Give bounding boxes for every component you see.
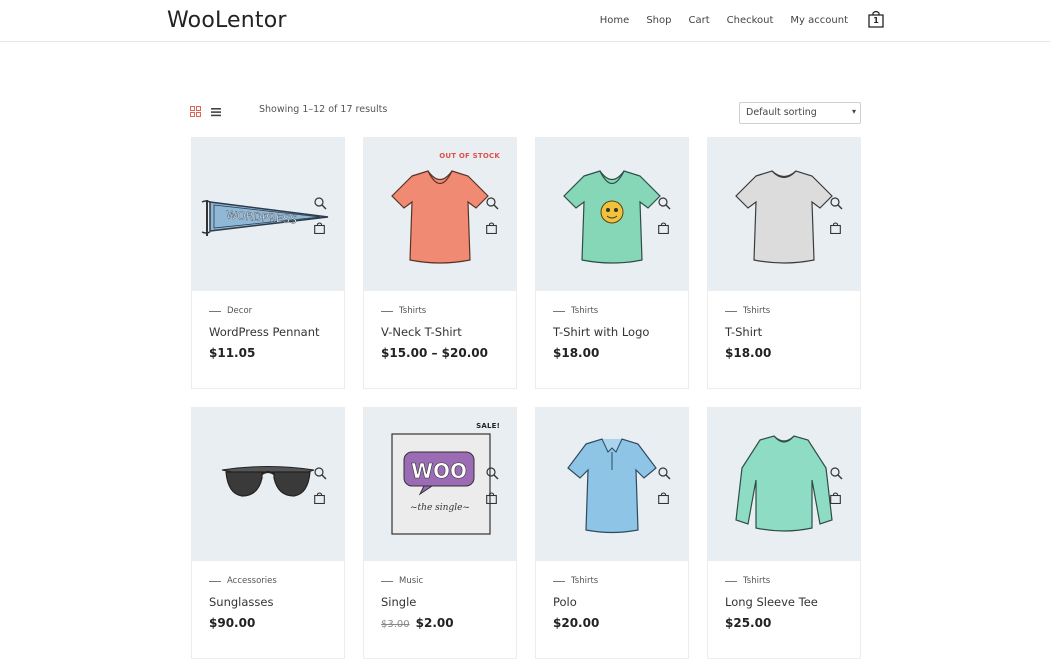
nav-my-account[interactable]: My account [790, 15, 848, 26]
product-info: Music Single $3.00 $2.00 [381, 576, 511, 630]
product-thumbnail[interactable] [708, 408, 860, 561]
nav-home[interactable]: Home [600, 15, 630, 26]
add-to-cart-bag-icon[interactable] [658, 491, 669, 505]
product-card[interactable]: SALE! WOO ~the single~ Music Single $3.0… [363, 407, 517, 659]
cart-count-badge: 1 [873, 16, 879, 25]
sorting-selected-value: Default sorting [746, 107, 817, 118]
shirt-icon [735, 170, 833, 264]
product-thumbnail[interactable]: OUT OF STOCK [364, 138, 516, 291]
header-cart-icon[interactable]: 1 [868, 10, 884, 28]
chevron-down-icon: ▾ [851, 107, 856, 116]
product-grid: WORDPRESS Decor WordPress Pennant $11.05… [191, 137, 862, 659]
result-count: Showing 1–12 of 17 results [259, 104, 388, 115]
long-sleeve-tee-icon [735, 435, 833, 532]
shirt-with-logo-icon [563, 170, 661, 264]
product-info: Accessories Sunglasses $90.00 [209, 576, 339, 630]
product-price: $25.00 [725, 616, 772, 630]
site-header: WooLentor Home Shop Cart Checkout My acc… [0, 0, 1050, 42]
product-info: Tshirts T-Shirt $18.00 [725, 306, 855, 360]
product-info: Decor WordPress Pennant $11.05 [209, 306, 339, 360]
sunglasses-icon [221, 466, 315, 497]
product-title[interactable]: WordPress Pennant [209, 325, 339, 339]
product-category[interactable]: Tshirts [725, 306, 855, 316]
product-card[interactable]: Tshirts T-Shirt $18.00 [707, 137, 861, 389]
product-info: Tshirts V-Neck T-Shirt $15.00 – $20.00 [381, 306, 511, 360]
product-category[interactable]: Tshirts [553, 306, 683, 316]
quick-view-search-icon[interactable] [486, 197, 499, 210]
product-price: $18.00 [553, 346, 600, 360]
product-card[interactable]: Tshirts Long Sleeve Tee $25.00 [707, 407, 861, 659]
product-category[interactable]: Accessories [209, 576, 339, 586]
nav-cart[interactable]: Cart [688, 15, 709, 26]
product-card[interactable]: Accessories Sunglasses $90.00 [191, 407, 345, 659]
product-price: $20.00 [553, 616, 600, 630]
product-category[interactable]: Decor [209, 306, 339, 316]
quick-view-search-icon[interactable] [658, 197, 671, 210]
woo-single-album-icon: WOO ~the single~ [391, 433, 491, 535]
add-to-cart-bag-icon[interactable] [830, 221, 841, 235]
product-thumbnail[interactable] [708, 138, 860, 291]
product-thumbnail[interactable] [536, 408, 688, 561]
product-card[interactable]: Tshirts T-Shirt with Logo $18.00 [535, 137, 689, 389]
product-price: $3.00 $2.00 [381, 616, 511, 630]
add-to-cart-bag-icon[interactable] [830, 491, 841, 505]
nav-checkout[interactable]: Checkout [727, 15, 774, 26]
nav-shop[interactable]: Shop [646, 15, 671, 26]
sorting-select[interactable]: Default sorting ▾ [739, 102, 861, 124]
product-card[interactable]: WORDPRESS Decor WordPress Pennant $11.05 [191, 137, 345, 389]
product-thumbnail[interactable] [536, 138, 688, 291]
product-card[interactable]: OUT OF STOCK Tshirts V-Neck T-Shirt $15.… [363, 137, 517, 389]
grid-view-icon[interactable] [190, 104, 201, 117]
svg-text:WOO: WOO [411, 459, 467, 483]
product-price: $90.00 [209, 616, 256, 630]
product-title[interactable]: T-Shirt [725, 325, 855, 339]
add-to-cart-bag-icon[interactable] [486, 221, 497, 235]
product-title[interactable]: Long Sleeve Tee [725, 595, 855, 609]
product-title[interactable]: Polo [553, 595, 683, 609]
quick-view-search-icon[interactable] [314, 197, 327, 210]
product-title[interactable]: V-Neck T-Shirt [381, 325, 511, 339]
product-price: $15.00 – $20.00 [381, 346, 488, 360]
quick-view-search-icon[interactable] [486, 467, 499, 480]
product-sale-price: $2.00 [415, 616, 454, 630]
product-title[interactable]: Sunglasses [209, 595, 339, 609]
add-to-cart-bag-icon[interactable] [314, 221, 325, 235]
quick-view-search-icon[interactable] [658, 467, 671, 480]
site-logo[interactable]: WooLentor [167, 8, 287, 33]
list-view-icon[interactable] [211, 104, 221, 117]
vneck-shirt-icon [391, 170, 489, 264]
product-thumbnail[interactable] [192, 408, 344, 561]
polo-shirt-icon [567, 438, 657, 534]
product-title[interactable]: Single [381, 595, 511, 609]
add-to-cart-bag-icon[interactable] [658, 221, 669, 235]
product-category[interactable]: Music [381, 576, 511, 586]
shop-toolbar: Showing 1–12 of 17 results Default sorti… [190, 101, 861, 125]
product-title[interactable]: T-Shirt with Logo [553, 325, 683, 339]
pennant-icon: WORDPRESS [201, 200, 329, 236]
product-price: $18.00 [725, 346, 772, 360]
add-to-cart-bag-icon[interactable] [314, 491, 325, 505]
product-category[interactable]: Tshirts [725, 576, 855, 586]
product-thumbnail[interactable]: WORDPRESS [192, 138, 344, 291]
quick-view-search-icon[interactable] [830, 197, 843, 210]
svg-text:~the single~: ~the single~ [410, 503, 470, 513]
product-category[interactable]: Tshirts [553, 576, 683, 586]
add-to-cart-bag-icon[interactable] [486, 491, 497, 505]
product-info: Tshirts Polo $20.00 [553, 576, 683, 630]
main-nav: Home Shop Cart Checkout My account [583, 15, 848, 26]
product-category[interactable]: Tshirts [381, 306, 511, 316]
quick-view-search-icon[interactable] [314, 467, 327, 480]
product-price: $11.05 [209, 346, 256, 360]
quick-view-search-icon[interactable] [830, 467, 843, 480]
product-info: Tshirts Long Sleeve Tee $25.00 [725, 576, 855, 630]
product-thumbnail[interactable]: SALE! WOO ~the single~ [364, 408, 516, 561]
product-card[interactable]: Tshirts Polo $20.00 [535, 407, 689, 659]
product-info: Tshirts T-Shirt with Logo $18.00 [553, 306, 683, 360]
